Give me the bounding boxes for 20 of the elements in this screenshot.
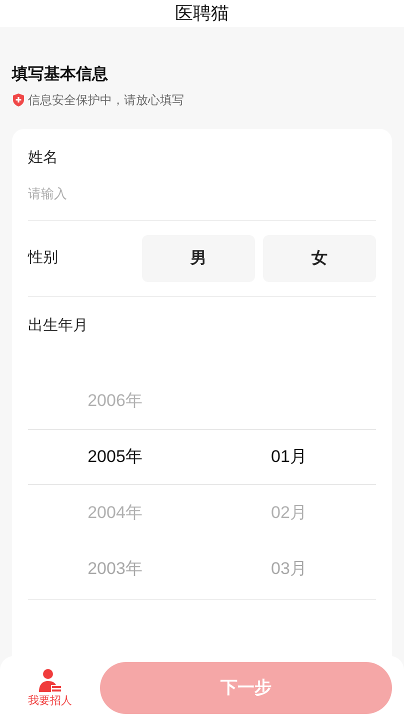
field-label: 出生年月 — [28, 316, 88, 336]
security-notice: 信息安全保护中，请放心填写 — [28, 92, 184, 109]
gender-option[interactable]: 男 — [142, 235, 255, 282]
person-icon — [37, 668, 63, 694]
next-button[interactable]: 下一步 — [100, 662, 392, 714]
section-title: 填写基本信息 — [12, 65, 108, 85]
picker-option[interactable]: 2004年 — [88, 500, 142, 526]
picker-option[interactable]: 2003年 — [88, 556, 142, 582]
recruit-button[interactable]: 我要招人 — [10, 668, 90, 708]
page-title: 医聘猫 — [175, 2, 229, 25]
picker-option[interactable]: 01月 — [271, 444, 307, 470]
picker-option[interactable]: 2006年 — [88, 388, 142, 414]
name-input[interactable]: 请输入 — [28, 182, 376, 206]
picker-option[interactable]: 03月 — [271, 556, 307, 582]
picker-option[interactable]: 2005年 — [88, 444, 142, 470]
field-label: 性别 — [28, 248, 59, 268]
shield-icon — [12, 93, 25, 107]
field-label: 姓名 — [28, 148, 58, 168]
gender-option[interactable]: 女 — [263, 235, 376, 282]
picker-option[interactable]: 02月 — [271, 500, 307, 526]
